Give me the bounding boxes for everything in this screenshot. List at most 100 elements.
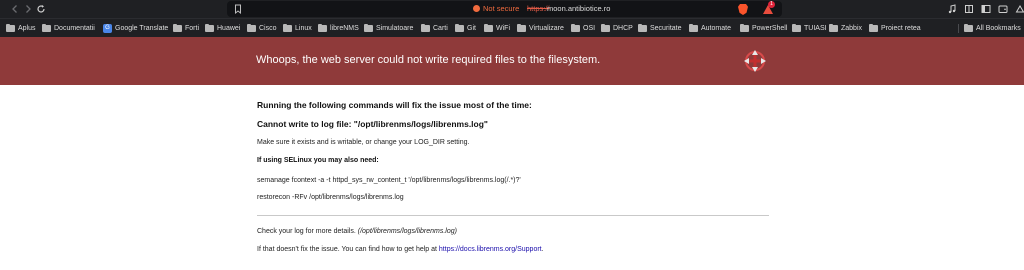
bookmark-item[interactable]: Cisco	[247, 23, 277, 34]
bookmark-label: Git	[467, 25, 476, 32]
bookmark-label: Securitate	[650, 25, 682, 32]
folder-icon	[638, 24, 647, 32]
folder-icon	[247, 24, 256, 32]
folder-icon	[829, 24, 838, 32]
leo-button[interactable]	[1015, 3, 1024, 14]
bookmark-label: OSI	[583, 25, 596, 32]
bookmark-item[interactable]: Forti	[173, 23, 199, 34]
bookmark-item[interactable]: Git	[455, 23, 476, 34]
folder-icon	[601, 24, 610, 32]
bookmark-item[interactable]: Carti	[421, 23, 448, 34]
bookmark-item[interactable]: Documentatii	[42, 23, 95, 34]
browser-toolbar: Not secure https:// moon.antibiotice.ro …	[0, 0, 1024, 18]
not-secure-label[interactable]: Not secure	[483, 4, 519, 14]
bookmark-label: All Bookmarks	[976, 25, 1021, 32]
sidebar-button[interactable]	[981, 3, 991, 14]
help-suffix: .	[541, 246, 544, 253]
restorecon-command: restorecon -RFv /opt/librenms/logs/libre…	[257, 194, 404, 201]
bookmark-item[interactable]: OSI	[571, 23, 595, 34]
reload-button[interactable]	[33, 1, 49, 17]
bookmark-label: Aplus	[18, 25, 36, 32]
folder-icon	[869, 24, 878, 32]
folder-icon	[571, 24, 580, 32]
check-log-text: Check your log for more details. (/opt/l…	[257, 228, 457, 235]
bookmark-item[interactable]: DHCP	[601, 23, 633, 34]
bookmark-label: Virtualizare	[529, 25, 564, 32]
folder-icon	[173, 24, 182, 32]
bookmark-label: Simulatoare	[376, 25, 414, 32]
reading-list-button[interactable]	[964, 3, 974, 14]
bookmark-label: libreNMS	[330, 25, 359, 32]
bookmark-item[interactable]: Zabbix	[829, 23, 862, 34]
semanage-command: semanage fcontext -a -t httpd_sys_rw_con…	[257, 177, 521, 184]
bookmark-item[interactable]: Securitate	[638, 23, 682, 34]
folder-icon	[364, 24, 373, 32]
bookmark-label: TUIASI	[804, 25, 827, 32]
bookmarks-separator	[958, 24, 959, 33]
bookmarks-bar: Aplus Documentatii G Google Translate For…	[0, 18, 1024, 37]
folder-icon	[689, 24, 698, 32]
toolbar-right-icons	[947, 3, 1024, 14]
all-bookmarks-button[interactable]: All Bookmarks	[964, 23, 1021, 34]
forward-arrow-icon	[26, 5, 31, 13]
warning-icon[interactable]	[473, 5, 480, 12]
log-path: (/opt/librenms/logs/librenms.log)	[357, 228, 457, 235]
bookmark-label: Forti	[185, 25, 199, 32]
bookmark-item[interactable]: Aplus	[6, 23, 36, 34]
bookmark-item[interactable]: libreNMS	[318, 23, 359, 34]
bookmark-item[interactable]: G Google Translate	[103, 23, 168, 34]
bookmark-item[interactable]: WiFi	[484, 23, 510, 34]
url-host: moon.antibiotice.ro	[547, 4, 611, 13]
bookmark-item[interactable]: PowerShell	[740, 23, 787, 34]
support-link[interactable]: https://docs.librenms.org/Support	[439, 246, 542, 253]
bookmark-page-icon[interactable]	[233, 4, 243, 14]
leo-icon	[1015, 4, 1024, 12]
fix-heading: Running the following commands will fix …	[257, 100, 532, 110]
bookmark-item[interactable]: Virtualizare	[517, 23, 564, 34]
folder-icon	[205, 24, 214, 32]
bookmark-label: Documentatii	[54, 25, 95, 32]
divider	[257, 215, 769, 216]
folder-icon	[740, 24, 749, 32]
bookmark-item[interactable]: Proiect retea	[869, 23, 921, 34]
bookmark-label: Zabbix	[841, 25, 863, 32]
sidebar-icon	[981, 4, 991, 13]
bookmark-label: Linux	[295, 25, 312, 32]
check-log-prefix: Check your log for more details.	[257, 228, 358, 235]
folder-icon	[421, 24, 430, 32]
folder-icon	[283, 24, 292, 32]
music-note-icon	[948, 3, 956, 13]
help-prefix: If that doesn't fix the issue. You can f…	[257, 246, 439, 253]
bookmark-label: Proiect retea	[881, 25, 921, 32]
google-translate-icon: G	[103, 24, 112, 33]
wallet-button[interactable]	[998, 3, 1008, 14]
bookmark-item[interactable]: Simulatoare	[364, 23, 413, 34]
reload-icon	[37, 5, 45, 13]
folder-icon	[484, 24, 493, 32]
bookmark-label: Carti	[433, 25, 448, 32]
bookmark-label: PowerShell	[752, 25, 788, 32]
librenms-logo-icon	[744, 50, 766, 72]
wallet-icon	[998, 5, 1008, 13]
error-banner: Whoops, the web server could not write r…	[0, 37, 1024, 85]
book-icon	[965, 4, 973, 13]
bookmark-item[interactable]: Linux	[283, 23, 312, 34]
log-dir-hint: Make sure it exists and is writable, or …	[257, 139, 470, 146]
help-text: If that doesn't fix the issue. You can f…	[257, 246, 544, 253]
banner-title: Whoops, the web server could not write r…	[256, 54, 601, 66]
back-arrow-icon	[12, 5, 17, 13]
folder-icon	[964, 24, 973, 32]
rewards-badge: 1	[768, 1, 775, 8]
bookmark-item[interactable]: TUIASI	[792, 23, 827, 34]
bookmark-label: Google Translate	[115, 25, 169, 32]
folder-icon	[6, 24, 15, 32]
folder-icon	[455, 24, 464, 32]
bookmark-label: Automate	[701, 25, 731, 32]
brave-shields-icon[interactable]	[738, 4, 748, 15]
folder-icon	[792, 24, 801, 32]
media-button[interactable]	[947, 3, 957, 14]
address-bar[interactable]: Not secure https:// moon.antibiotice.ro …	[227, 1, 782, 17]
folder-icon	[42, 24, 51, 32]
bookmark-item[interactable]: Automate	[689, 23, 731, 34]
bookmark-item[interactable]: Huawei	[205, 23, 240, 34]
